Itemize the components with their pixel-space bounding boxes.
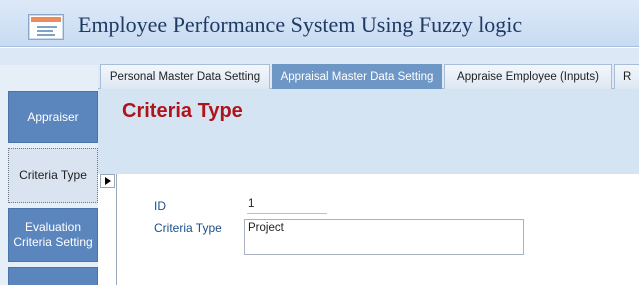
tab-personal-master-data[interactable]: Personal Master Data Setting <box>100 64 270 89</box>
nav-criteria-type-button[interactable]: Criteria Type <box>8 148 98 203</box>
id-label: ID <box>154 199 166 213</box>
nav-criteria-type-label: Criteria Type <box>19 168 87 182</box>
app-title: Employee Performance System Using Fuzzy … <box>78 12 523 37</box>
nav-appraiser-button[interactable]: Appraiser <box>8 91 98 143</box>
tab-appraisal-master-data[interactable]: Appraisal Master Data Setting <box>272 64 442 89</box>
nav-evaluation-label-line2: Criteria Setting <box>13 235 93 249</box>
record-selector[interactable] <box>98 174 117 285</box>
tab-reports[interactable]: R <box>614 64 639 89</box>
nav-next-button[interactable] <box>8 267 98 285</box>
current-record-arrow-icon <box>100 174 115 188</box>
id-field[interactable]: 1 <box>247 198 327 214</box>
form-icon <box>28 14 64 40</box>
tab-appraise-employee[interactable]: Appraise Employee (Inputs) <box>444 64 612 89</box>
nav-evaluation-criteria-setting-button[interactable]: Evaluation Criteria Setting <box>8 208 98 262</box>
criteria-type-label: Criteria Type <box>154 221 222 235</box>
criteria-type-field[interactable]: Project <box>244 219 524 255</box>
nav-evaluation-label-line1: Evaluation <box>24 220 82 234</box>
nav-appraiser-label: Appraiser <box>27 109 79 124</box>
navigation-pane: Appraiser Criteria Type Evaluation Crite… <box>0 65 98 285</box>
form-title: Criteria Type <box>122 100 243 122</box>
tab-strip: Personal Master Data Setting Appraisal M… <box>98 61 639 89</box>
form-header: Criteria Type <box>98 89 639 174</box>
title-bar: Employee Performance System Using Fuzzy … <box>0 0 639 47</box>
